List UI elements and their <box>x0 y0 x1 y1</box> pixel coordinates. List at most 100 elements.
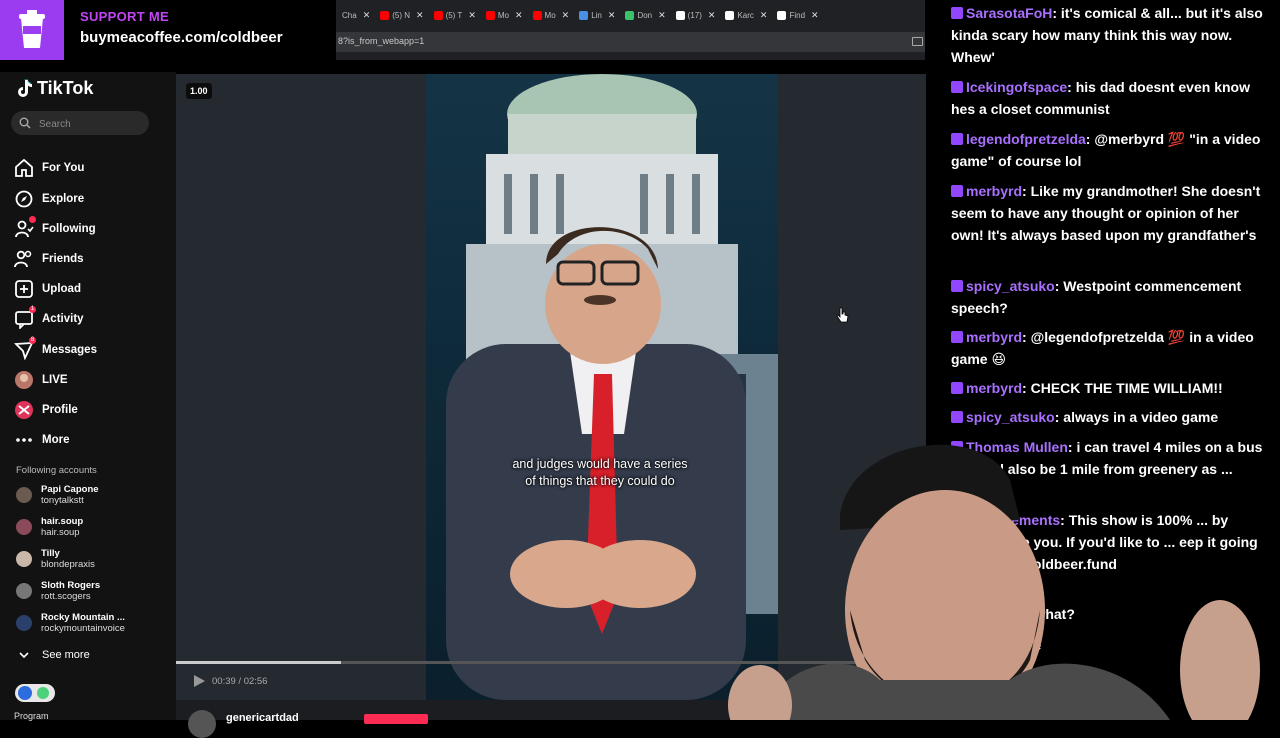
profile-icon <box>14 400 34 420</box>
nav-item-friends[interactable]: Friends <box>14 248 84 270</box>
account-handle: rott.scogers <box>41 591 91 602</box>
browser-tab[interactable]: (5) T ✕ <box>428 4 480 26</box>
mouse-cursor-icon <box>836 307 849 323</box>
address-bar[interactable]: 8?is_from_webapp=1 <box>336 32 925 52</box>
tiktok-icon <box>725 10 735 20</box>
chat-message: legendofpretzelda: @merbyrd 💯 "in a vide… <box>951 131 1261 169</box>
chat-username[interactable]: ...n81 <box>966 637 1002 653</box>
nav-item-live[interactable]: LIVE <box>14 369 68 391</box>
browser-tab[interactable]: (5) N ✕ <box>374 4 427 26</box>
close-icon[interactable]: ✕ <box>363 10 371 21</box>
browser-tab[interactable]: Find ✕ <box>771 4 822 26</box>
tab-label: Don <box>637 10 653 20</box>
twitch-badge-icon <box>951 280 963 292</box>
chat-username[interactable]: ...amElements <box>966 512 1060 528</box>
chat-text: always in a video game <box>1063 409 1219 425</box>
chat-text: ...to Thom... ...tunning <box>951 664 1097 680</box>
chat-text: CHECK THE TIME WILLIAM!! <box>1030 380 1223 396</box>
youtube-icon <box>485 10 495 20</box>
close-icon[interactable]: ✕ <box>708 10 716 21</box>
following-account[interactable]: Sloth Rogers rott.scogers <box>16 580 100 602</box>
avatar <box>16 551 32 567</box>
following-account[interactable]: Papi Capone tonytalkstt <box>16 484 99 506</box>
chat-username[interactable]: Thomas Mullen <box>966 439 1068 455</box>
nav-item-profile[interactable]: Profile <box>14 399 78 421</box>
tab-label: Karc <box>737 10 754 20</box>
chat-message: Thomas Mullen: i can travel 4 miles on a… <box>951 439 1263 499</box>
video-stage[interactable]: 1.00 and judges would have a series of t… <box>176 74 926 738</box>
twitch-badge-icon <box>951 514 963 526</box>
program-toggle[interactable] <box>15 684 55 702</box>
avatar <box>16 615 32 631</box>
search-icon <box>19 117 31 129</box>
tiktok-icon <box>675 10 685 20</box>
browser-tab[interactable]: Lin ✕ <box>573 4 619 26</box>
chat-username[interactable]: merbyrd <box>966 329 1022 345</box>
search-box[interactable] <box>11 111 149 137</box>
following-account[interactable]: hair.soup hair.soup <box>16 516 83 538</box>
speed-badge[interactable]: 1.00 <box>186 83 212 99</box>
nav-label: Friends <box>42 253 84 265</box>
chat-message: SarasotaFoH: it's comical & all... but i… <box>951 5 1263 65</box>
browser-tab[interactable]: Mo ✕ <box>527 4 574 26</box>
chat-username[interactable]: merbyrd <box>966 183 1022 199</box>
chat-username[interactable]: spicy_atsuko <box>966 409 1055 425</box>
nav-item-following[interactable]: Following <box>14 216 96 240</box>
live-icon <box>14 370 34 390</box>
twitch-badge-icon <box>951 441 963 453</box>
browser-tab[interactable]: Mo ✕ <box>480 4 527 26</box>
chat-username[interactable]: merbyrd <box>966 380 1022 396</box>
chat-message: merbyrd: @legendofpretzelda 💯 in a video… <box>951 329 1254 367</box>
tab-label: Mo <box>497 10 509 20</box>
tiktok-logo[interactable]: TikTok <box>16 78 93 99</box>
close-icon[interactable]: ✕ <box>760 10 768 21</box>
chat-username[interactable]: Icekingofspace <box>966 79 1067 95</box>
video-caption: and judges would have a series of things… <box>512 457 688 488</box>
author-avatar[interactable] <box>188 710 216 738</box>
nav-item-messages[interactable]: 8 Messages <box>14 337 97 361</box>
close-icon[interactable]: ✕ <box>416 10 424 21</box>
tab-label: Find <box>789 10 806 20</box>
chevron-down-icon <box>19 652 29 659</box>
close-icon[interactable]: ✕ <box>658 10 666 21</box>
close-icon[interactable]: ✕ <box>811 10 819 21</box>
coffee-cup-icon <box>0 0 64 60</box>
browser-tab[interactable]: Don ✕ <box>619 4 669 26</box>
chat-text: Tase <box>1010 637 1042 653</box>
video-progress-bar[interactable] <box>176 661 926 664</box>
chat-username[interactable]: SarasotaFoH <box>966 5 1052 21</box>
play-icon[interactable] <box>192 674 206 688</box>
avatar <box>16 519 32 535</box>
chat-username[interactable]: ...otaFoH <box>966 606 1026 622</box>
search-input[interactable] <box>37 111 141 137</box>
browser-tab[interactable]: Cha ✕ <box>336 4 374 26</box>
nav-item-explore[interactable]: Explore <box>14 188 84 210</box>
chat-message: merbyrd: CHECK THE TIME WILLIAM!! <box>951 377 1269 399</box>
browser-tab[interactable]: (17) ✕ <box>670 4 720 26</box>
close-icon[interactable]: ✕ <box>608 10 616 21</box>
video-frame[interactable] <box>426 74 778 700</box>
nav-label: Explore <box>42 193 85 205</box>
cast-icon[interactable] <box>912 37 923 46</box>
nav-item-upload[interactable]: Upload <box>14 278 81 300</box>
chat-username[interactable]: spicy_atsuko <box>966 278 1055 294</box>
nav-item-activity[interactable]: 1 Activity <box>14 306 84 330</box>
author-name[interactable]: genericartdad <box>226 712 299 724</box>
browser-tab[interactable]: Karc ✕ <box>719 4 771 26</box>
following-account[interactable]: Tilly blondepraxis <box>16 548 95 570</box>
youtube-icon <box>380 10 390 20</box>
nav-item-more[interactable]: More <box>14 429 69 451</box>
twitch-badge-icon <box>951 133 963 145</box>
chat-username[interactable]: legendofpretzelda <box>966 131 1086 147</box>
close-icon[interactable]: ✕ <box>562 10 570 21</box>
video-progress-fill <box>176 661 341 664</box>
see-more-button[interactable]: See more <box>18 649 90 661</box>
close-icon[interactable]: ✕ <box>515 10 523 21</box>
chat-message: spicy_atsuko: always in a video game <box>951 406 1269 428</box>
follow-button[interactable] <box>364 714 428 724</box>
twitch-badge-icon <box>951 185 963 197</box>
close-icon[interactable]: ✕ <box>468 10 476 21</box>
account-name: Tilly <box>41 548 60 559</box>
nav-item-for-you[interactable]: For You <box>14 157 84 179</box>
following-account[interactable]: Rocky Mountain ... rockymountainvoice <box>16 612 125 634</box>
